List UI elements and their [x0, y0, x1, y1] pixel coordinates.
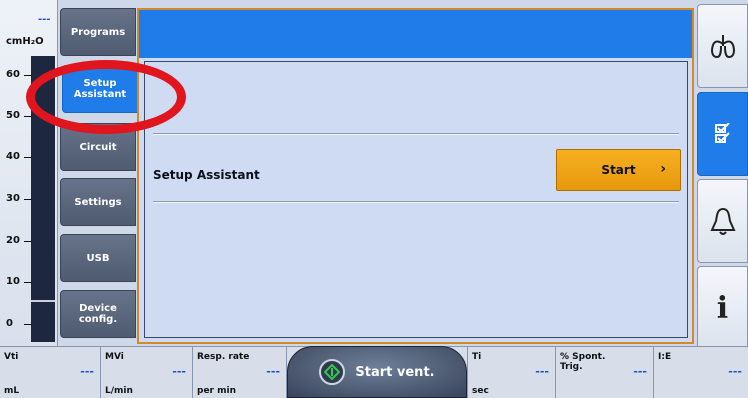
main-panel: Setup Assistant Start › [137, 8, 694, 344]
tab-programs[interactable]: Programs [60, 8, 136, 56]
gauge-tick: 30 [6, 193, 32, 204]
highlight-circle [26, 60, 186, 134]
pressure-gauge: --- cmH₂O 60 50 40 30 20 10 0 [0, 0, 58, 346]
panel-header [139, 10, 692, 58]
param-resp-rate: Resp. rate --- per min [193, 347, 287, 398]
param-ti: Ti --- sec [467, 347, 556, 398]
start-vent-icon [319, 359, 346, 385]
tab-settings[interactable]: Settings [60, 178, 136, 226]
right-nav: i [697, 0, 748, 350]
tab-usb[interactable]: USB [60, 234, 136, 282]
param-mvi: MVi --- L/min [101, 347, 193, 398]
gauge-unit: cmH₂O [6, 36, 44, 47]
bell-icon[interactable] [697, 179, 748, 263]
gauge-tick: 20 [6, 235, 32, 246]
gauge-value: --- [38, 14, 51, 25]
gauge-tick: 0 [6, 318, 32, 329]
param-spont-trig: % Spont. Trig. --- [556, 347, 654, 398]
divider [153, 133, 679, 134]
param-ie: I:E --- [658, 352, 742, 378]
tab-device-config[interactable]: Device config. [60, 290, 136, 338]
param-vti: Vti --- mL [0, 347, 101, 398]
gauge-tick: 40 [6, 151, 32, 162]
info-icon[interactable]: i [697, 266, 748, 350]
panel-content: Setup Assistant Start › [144, 61, 688, 338]
lungs-icon[interactable] [697, 4, 748, 88]
checklist-icon[interactable] [697, 92, 748, 176]
chevron-right-icon: › [660, 161, 666, 177]
gauge-tick: 60 [6, 69, 32, 80]
start-vent-button[interactable]: Start vent. [287, 346, 467, 398]
setup-assistant-label: Setup Assistant [153, 168, 260, 182]
start-button[interactable]: Start › [556, 149, 681, 191]
divider [153, 201, 679, 202]
gauge-tick: 50 [6, 110, 32, 121]
gauge-tick: 10 [6, 276, 32, 287]
